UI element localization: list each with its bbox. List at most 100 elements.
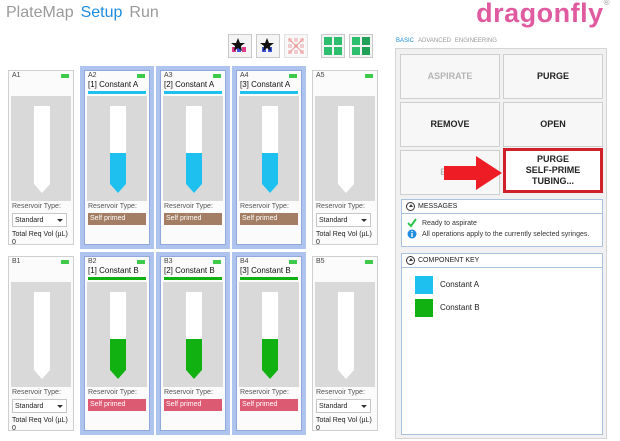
syringe-icon <box>34 292 50 379</box>
status-led <box>213 74 221 78</box>
purge-label: PURGE <box>536 154 569 164</box>
tab-engineering[interactable]: ENGINEERING <box>455 38 497 44</box>
grid-icon <box>324 37 342 55</box>
component-key-title: COMPONENT KEY <box>418 257 480 264</box>
syringe-tube <box>11 96 71 201</box>
syringe-card-a2[interactable]: A2 [1] Constant A Reservoir Type: Self p… <box>80 66 154 249</box>
syringe-card-b2[interactable]: B2 [1] Constant B Reservoir Type: Self p… <box>80 252 154 435</box>
total-req-vol-label: Total Req Vol (µL) <box>12 231 68 238</box>
check-icon <box>407 218 417 228</box>
component-name: [3] Constant A <box>240 80 291 89</box>
self-primed-status: Self primed <box>88 399 146 411</box>
syringe-icon <box>262 292 278 379</box>
grid-view-button-2[interactable] <box>349 34 373 58</box>
syringe-icon <box>186 292 202 379</box>
reservoir-type-label: Reservoir Type: <box>88 389 137 396</box>
well-id: B5 <box>316 258 325 265</box>
component-key-header[interactable]: COMPONENT KEY <box>402 254 602 268</box>
purge-button[interactable]: PURGE <box>503 54 603 99</box>
component-color-bar <box>164 91 222 94</box>
clear-layout-button[interactable] <box>284 34 308 58</box>
syringe-card-a3[interactable]: A3 [2] Constant A Reservoir Type: Self p… <box>156 66 230 249</box>
component-color-bar <box>88 277 146 280</box>
message-info: All operations apply to the currently se… <box>422 231 590 238</box>
reservoir-type-select[interactable]: Standard <box>12 213 67 227</box>
syringe-card-a5[interactable]: A5 Reservoir Type: Standard Total Req Vo… <box>312 70 378 246</box>
well-id: A5 <box>316 72 325 79</box>
star-layout-button[interactable] <box>228 34 252 58</box>
reservoir-type-select[interactable]: Standard <box>12 399 67 413</box>
total-req-vol-value: 0 <box>12 425 16 432</box>
red-arrow-annotation <box>444 156 502 190</box>
self-primed-status: Self primed <box>164 399 222 411</box>
nav-setup[interactable]: Setup <box>81 4 123 26</box>
component-name: [2] Constant B <box>164 266 215 275</box>
well-id: A3 <box>164 72 173 79</box>
total-req-vol-value: 0 <box>316 425 320 432</box>
total-req-vol-value: 0 <box>316 239 320 246</box>
total-req-vol-label: Total Req Vol (µL) <box>12 417 68 424</box>
component-name: [3] Constant B <box>240 266 291 275</box>
clear-grid-icon <box>288 38 304 54</box>
tab-advanced[interactable]: ADVANCED <box>418 38 451 44</box>
reservoir-type-label: Reservoir Type: <box>316 203 365 210</box>
total-req-vol-value: 0 <box>12 239 16 246</box>
reservoir-type-select[interactable]: Standard <box>316 399 371 413</box>
aspirate-button[interactable]: ASPIRATE <box>400 54 500 99</box>
grid-icon <box>352 37 370 55</box>
component-color-bar <box>164 277 222 280</box>
brand-name: dragonfly <box>476 0 604 28</box>
tab-basic[interactable]: BASIC <box>396 38 414 44</box>
status-led <box>365 74 373 78</box>
component-name: [2] Constant A <box>164 80 215 89</box>
collapse-icon[interactable] <box>406 202 415 211</box>
well-id: B4 <box>240 258 249 265</box>
syringe-card-b1[interactable]: B1 Reservoir Type: Standard Total Req Vo… <box>8 256 74 432</box>
well-id: A1 <box>12 72 21 79</box>
syringe-tube <box>87 96 147 201</box>
syringe-card-b4[interactable]: B4 [3] Constant B Reservoir Type: Self p… <box>232 252 306 435</box>
total-req-vol-label: Total Req Vol (µL) <box>316 231 372 238</box>
syringe-icon <box>262 106 278 193</box>
nav-platemap[interactable]: PlateMap <box>6 4 74 26</box>
constant-b-label: Constant B <box>440 303 480 312</box>
component-color-bar <box>88 91 146 94</box>
grid-view-button[interactable] <box>321 34 345 58</box>
syringe-card-a1[interactable]: A1 Reservoir Type: Standard Total Req Vo… <box>8 70 74 246</box>
status-led <box>289 74 297 78</box>
syringe-card-a4[interactable]: A4 [3] Constant A Reservoir Type: Self p… <box>232 66 306 249</box>
syringe-tube <box>315 96 375 201</box>
syringe-tube <box>163 96 223 201</box>
syringe-icon <box>338 106 354 193</box>
syringe-card-b3[interactable]: B3 [2] Constant B Reservoir Type: Self p… <box>156 252 230 435</box>
syringe-tube <box>315 282 375 387</box>
nav-run[interactable]: Run <box>129 4 158 26</box>
action-panel: ASPIRATE PURGE REMOVE OPEN ENG PURGE SEL… <box>395 48 607 439</box>
reservoir-type-select[interactable]: Standard <box>316 213 371 227</box>
reservoir-type-label: Reservoir Type: <box>164 389 213 396</box>
constant-a-swatch <box>415 276 433 294</box>
messages-header[interactable]: MESSAGES <box>402 200 602 214</box>
self-primed-status: Self primed <box>240 399 298 411</box>
top-navigation: PlateMap Setup Run <box>6 4 159 26</box>
syringe-icon <box>34 106 50 193</box>
well-id: B3 <box>164 258 173 265</box>
purge-self-prime-button[interactable]: PURGE SELF-PRIME TUBING... <box>503 148 603 193</box>
brand-logo: dragonfly® <box>476 0 610 29</box>
self-primed-status: Self primed <box>164 213 222 225</box>
syringe-tube <box>239 282 299 387</box>
star-grid-icon <box>260 38 274 52</box>
messages-box: MESSAGES Ready to aspirate All operation… <box>401 199 603 247</box>
info-icon <box>407 229 417 239</box>
star-grid-icon <box>231 38 246 52</box>
view-toolbar <box>321 34 373 58</box>
syringe-tube <box>87 282 147 387</box>
remove-button[interactable]: REMOVE <box>400 102 500 147</box>
star-layout-button-2[interactable] <box>256 34 280 58</box>
open-button[interactable]: OPEN <box>503 102 603 147</box>
component-name: [1] Constant B <box>88 266 139 275</box>
reservoir-type-label: Reservoir Type: <box>316 389 365 396</box>
collapse-icon[interactable] <box>406 256 415 265</box>
reservoir-type-label: Reservoir Type: <box>164 203 213 210</box>
syringe-card-b5[interactable]: B5 Reservoir Type: Standard Total Req Vo… <box>312 256 378 432</box>
